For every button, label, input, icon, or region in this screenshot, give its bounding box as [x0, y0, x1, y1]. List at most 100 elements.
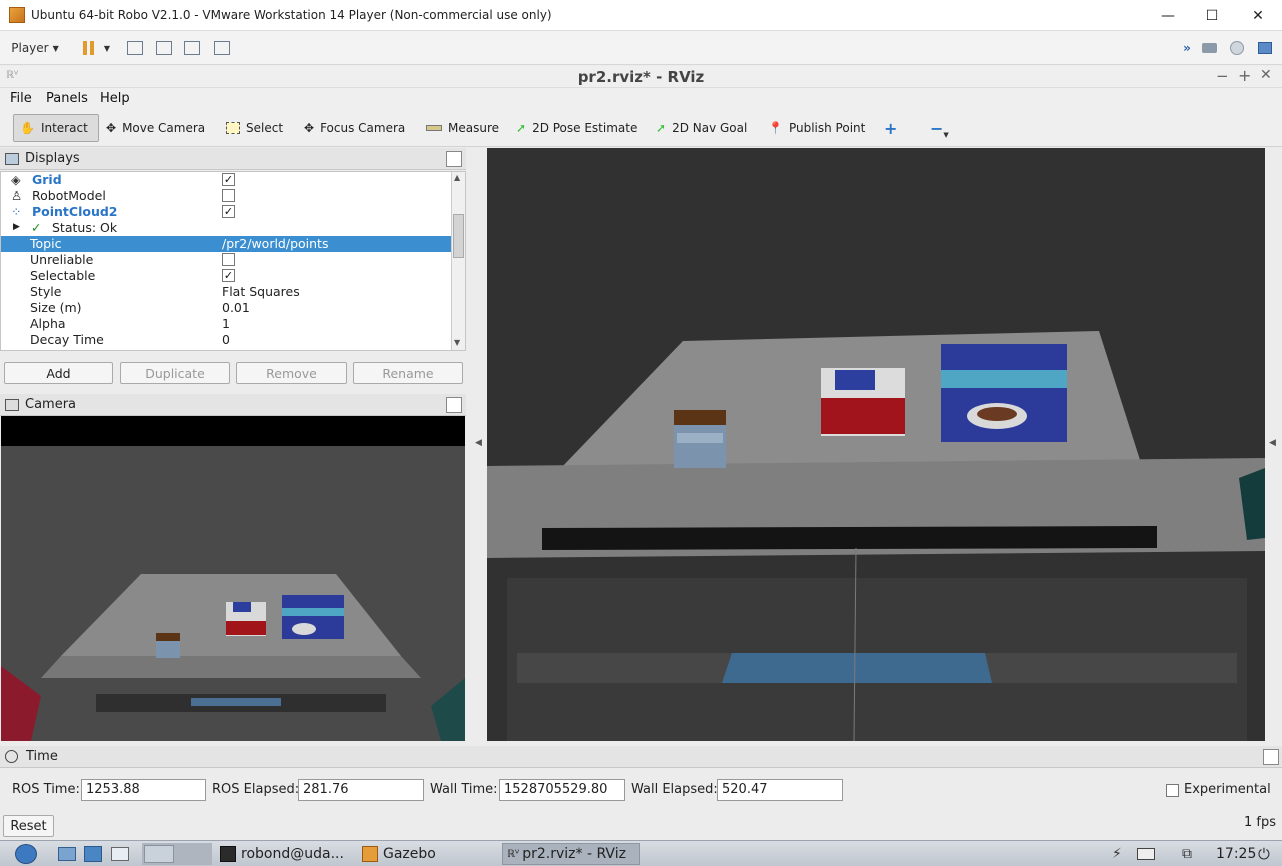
property-value[interactable]: 0	[222, 332, 230, 347]
window-icon[interactable]	[111, 843, 133, 865]
rviz-minimize-button[interactable]: −	[1216, 67, 1229, 85]
file-manager-icon[interactable]	[58, 843, 80, 865]
checkmark-icon: ✓	[31, 220, 42, 235]
camera-view[interactable]	[1, 416, 465, 741]
terminal-icon	[220, 846, 236, 862]
status-row[interactable]: ▶ ✓ Status: Ok	[1, 220, 451, 236]
pin-icon: 📍	[768, 121, 783, 135]
send-ctrl-alt-del-icon[interactable]	[125, 38, 145, 58]
tool-label: Move Camera	[122, 121, 206, 135]
add-button[interactable]: Add	[4, 362, 113, 384]
float-panel-button[interactable]	[446, 151, 462, 167]
pointcloud2-checkbox[interactable]: ✓	[222, 205, 235, 218]
close-button[interactable]: ✕	[1235, 0, 1281, 31]
tool-measure[interactable]: Measure	[420, 114, 505, 142]
tool-move-camera[interactable]: ✥ Move Camera	[100, 114, 211, 142]
tool-publish-point[interactable]: 📍 Publish Point	[762, 114, 871, 142]
property-value[interactable]: /pr2/world/points	[222, 236, 328, 251]
property-unreliable[interactable]: Unreliable	[1, 252, 451, 268]
fps-readout: 1 fps	[1244, 815, 1277, 830]
reset-button[interactable]: Reset	[3, 815, 54, 837]
vmware-titlebar: Ubuntu 64-bit Robo V2.1.0 - VMware Works…	[0, 0, 1282, 31]
player-menu-button[interactable]: Player ▼	[8, 38, 62, 58]
remove-button[interactable]: Remove	[236, 362, 347, 384]
display-item-pointcloud2[interactable]: ⁘ PointCloud2 ✓	[1, 204, 451, 220]
wall-elapsed-label: Wall Elapsed:	[631, 782, 718, 797]
minimize-button[interactable]: —	[1145, 0, 1191, 31]
power-tray-icon[interactable]: ⚡	[1112, 843, 1128, 865]
display-name: PointCloud2	[32, 204, 118, 219]
browser-icon[interactable]	[84, 843, 106, 865]
add-tool-button[interactable]: +	[878, 114, 903, 142]
tool-focus-camera[interactable]: ✥ Focus Camera	[298, 114, 411, 142]
render-view[interactable]	[487, 148, 1265, 741]
rviz-maximize-button[interactable]: +	[1238, 66, 1251, 85]
taskbar-rviz[interactable]: ℝⱽ pr2.rviz* - RViz	[502, 843, 640, 865]
property-alpha[interactable]: Alpha 1	[1, 316, 451, 332]
double-chevron-icon[interactable]: »	[1180, 38, 1194, 58]
move-icon: ✥	[106, 121, 117, 135]
no-fit-icon[interactable]	[212, 38, 232, 58]
camera-image	[1, 416, 465, 741]
property-decay-time[interactable]: Decay Time 0	[1, 332, 451, 348]
desktop-pager[interactable]	[142, 843, 212, 865]
menu-help[interactable]: Help	[100, 91, 130, 106]
maximize-button[interactable]: ☐	[1189, 0, 1235, 31]
property-size[interactable]: Size (m) 0.01	[1, 300, 451, 316]
pause-icon[interactable]	[78, 38, 98, 58]
focus-icon: ✥	[304, 121, 315, 135]
hdd-icon[interactable]	[1200, 38, 1218, 58]
property-value[interactable]: 1	[222, 316, 230, 331]
network-icon[interactable]	[1256, 38, 1274, 58]
network-tray-icon[interactable]: ⧉	[1182, 843, 1202, 865]
duplicate-button[interactable]: Duplicate	[120, 362, 230, 384]
menu-panels[interactable]: Panels	[46, 91, 88, 106]
scroll-down-icon[interactable]: ▼	[454, 338, 460, 347]
property-value[interactable]: Flat Squares	[222, 284, 300, 299]
robotmodel-checkbox[interactable]	[222, 189, 235, 202]
unity-icon[interactable]	[154, 38, 174, 58]
cd-icon[interactable]	[1228, 38, 1246, 58]
remove-tool-button[interactable]: − ▼	[924, 114, 955, 142]
chevron-down-icon: ▼	[52, 43, 59, 53]
property-topic[interactable]: Topic /pr2/world/points	[1, 236, 451, 252]
display-item-grid[interactable]: ◈ Grid ✓	[1, 172, 451, 188]
experimental-checkbox[interactable]	[1166, 784, 1179, 797]
scroll-up-icon[interactable]: ▲	[454, 173, 460, 182]
property-style[interactable]: Style Flat Squares	[1, 284, 451, 300]
tool-label: Focus Camera	[320, 121, 406, 135]
float-panel-button[interactable]	[1263, 749, 1279, 765]
display-item-robotmodel[interactable]: ♙ RobotModel	[1, 188, 451, 204]
tool-select[interactable]: Select	[220, 114, 289, 142]
property-value[interactable]: 0.01	[222, 300, 250, 315]
selectable-checkbox[interactable]: ✓	[222, 269, 235, 282]
tool-2d-nav-goal[interactable]: ➚ 2D Nav Goal	[650, 114, 753, 142]
tree-scrollbar[interactable]: ▲ ▼	[451, 172, 465, 350]
rviz-close-button[interactable]: ✕	[1260, 67, 1272, 83]
collapse-right-icon[interactable]: ◀	[1269, 438, 1276, 448]
fullscreen-icon[interactable]	[182, 38, 202, 58]
property-selectable[interactable]: Selectable ✓	[1, 268, 451, 284]
menu-file[interactable]: File	[10, 91, 32, 106]
expand-arrow-icon[interactable]: ▶	[13, 222, 20, 232]
float-panel-button[interactable]	[446, 397, 462, 413]
property-name: Alpha	[30, 316, 66, 331]
ros-time-field[interactable]: 1253.88	[81, 779, 206, 801]
wall-elapsed-field[interactable]: 520.47	[717, 779, 843, 801]
rename-button[interactable]: Rename	[353, 362, 463, 384]
ros-elapsed-field[interactable]: 281.76	[298, 779, 424, 801]
tool-2d-pose-estimate[interactable]: ➚ 2D Pose Estimate	[510, 114, 643, 142]
tool-interact[interactable]: ✋ Interact	[13, 114, 99, 142]
collapse-left-icon[interactable]: ◀	[475, 438, 482, 448]
wall-time-field[interactable]: 1528705529.80	[499, 779, 625, 801]
unreliable-checkbox[interactable]	[222, 253, 235, 266]
camera-title: Camera	[25, 397, 77, 412]
start-menu-button[interactable]	[8, 843, 44, 865]
grid-checkbox[interactable]: ✓	[222, 173, 235, 186]
taskbar-gazebo[interactable]: Gazebo	[362, 843, 482, 865]
shutdown-icon[interactable]: ⏻	[1258, 843, 1276, 865]
taskbar-terminal[interactable]: robond@uda...	[220, 843, 355, 865]
scroll-thumb[interactable]	[453, 214, 464, 258]
keyboard-icon[interactable]	[1137, 843, 1159, 865]
chevron-down-icon[interactable]: ▼	[101, 38, 113, 58]
